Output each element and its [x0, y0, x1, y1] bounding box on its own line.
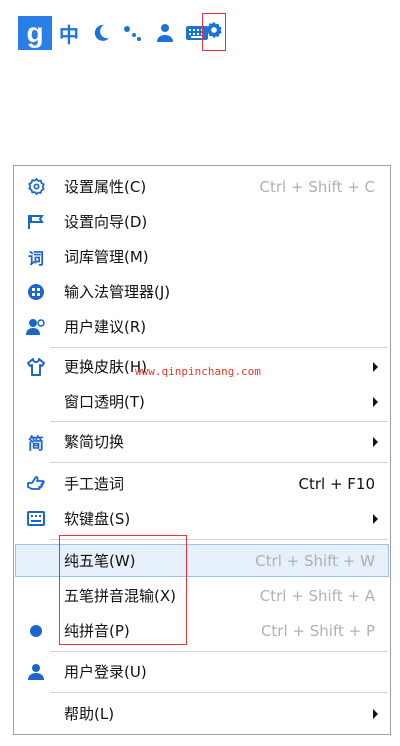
- menu-item-label: 设置向导(D): [64, 213, 148, 231]
- menu-item-shortcut: Ctrl + Shift + P: [260, 621, 375, 640]
- gear-icon: [25, 176, 47, 198]
- flag-icon: [25, 211, 47, 233]
- menu-item-shortcut: Ctrl + Shift + C: [259, 177, 375, 196]
- menu-item-shortcut: Ctrl + Shift + A: [259, 586, 375, 605]
- menu-item-label: 手工造词: [64, 475, 125, 493]
- chinese-mode-button[interactable]: 中: [54, 16, 84, 50]
- submenu-arrow-icon: [373, 708, 378, 719]
- shirt-icon: [25, 356, 47, 378]
- menu-item-label: 词库管理(M): [64, 248, 149, 266]
- punctuation-icon[interactable]: [118, 16, 148, 50]
- menu-item-help[interactable]: 帮助(L): [15, 697, 389, 730]
- keyboard-icon: [25, 508, 47, 530]
- ime-toolbar: g 中: [18, 16, 212, 50]
- menu-item-label: 用户建议(R): [64, 318, 147, 336]
- context-menu: 设置属性(C) Ctrl + Shift + C 设置向导(D) 词 词库管理(…: [13, 165, 391, 735]
- menu-item-soft-keyboard[interactable]: 软键盘(S): [15, 502, 389, 535]
- menu-item-label: 软键盘(S): [64, 510, 131, 528]
- dictionary-icon: 词: [27, 248, 44, 268]
- menu-separator: [50, 347, 388, 348]
- menu-item-setup-wizard[interactable]: 设置向导(D): [15, 205, 389, 238]
- user-icon: [25, 661, 47, 683]
- menu-item-input-manager[interactable]: 输入法管理器(J): [15, 275, 389, 308]
- annotation-highlight-box: [59, 535, 187, 645]
- submenu-arrow-icon: [373, 436, 378, 447]
- menu-separator: [50, 462, 388, 463]
- submenu-arrow-icon: [373, 513, 378, 524]
- moon-icon[interactable]: [86, 16, 116, 50]
- menu-separator: [50, 421, 388, 422]
- hand-icon: [25, 473, 47, 495]
- menu-item-settings[interactable]: 设置属性(C) Ctrl + Shift + C: [15, 170, 389, 203]
- submenu-arrow-icon: [373, 396, 378, 407]
- menu-item-user-login[interactable]: 用户登录(U): [15, 655, 389, 688]
- menu-item-label: 用户登录(U): [64, 663, 147, 681]
- user-icon[interactable]: [150, 16, 180, 50]
- menu-item-label: 繁简切换: [64, 433, 125, 451]
- user-feedback-icon: [25, 316, 47, 338]
- menu-item-shortcut: Ctrl + Shift + W: [255, 551, 375, 570]
- submenu-arrow-icon: [373, 361, 378, 372]
- menu-separator: [50, 692, 388, 693]
- menu-item-label: 输入法管理器(J): [64, 283, 171, 301]
- menu-item-manual-word[interactable]: 手工造词 Ctrl + F10: [15, 467, 389, 500]
- gear-icon: [205, 21, 223, 43]
- watermark: www.qinpinchang.com: [135, 365, 261, 378]
- chinese-mode-label: 中: [59, 22, 79, 47]
- menu-item-user-feedback[interactable]: 用户建议(R): [15, 310, 389, 343]
- menu-item-shortcut: Ctrl + F10: [298, 474, 375, 493]
- canvas: g 中 设置属性(C) Ctrl + Shift + C 设置向导(D) 词 词…: [0, 0, 400, 746]
- menu-item-dictionary[interactable]: 词 词库管理(M): [15, 240, 389, 273]
- menu-item-traditional-simplified[interactable]: 简 繁简切换: [15, 425, 389, 458]
- menu-separator: [50, 651, 388, 652]
- menu-item-label: 设置属性(C): [64, 178, 147, 196]
- menu-item-label: 窗口透明(T): [64, 393, 145, 411]
- menu-item-window-transparency[interactable]: 窗口透明(T): [15, 385, 389, 418]
- logo-icon[interactable]: g: [18, 16, 52, 50]
- settings-gear-button[interactable]: [202, 13, 226, 51]
- traditional-simplified-icon: 简: [27, 433, 44, 453]
- radio-dot-icon: [25, 620, 47, 642]
- input-manager-icon: [25, 281, 47, 303]
- menu-item-label: 帮助(L): [64, 705, 115, 723]
